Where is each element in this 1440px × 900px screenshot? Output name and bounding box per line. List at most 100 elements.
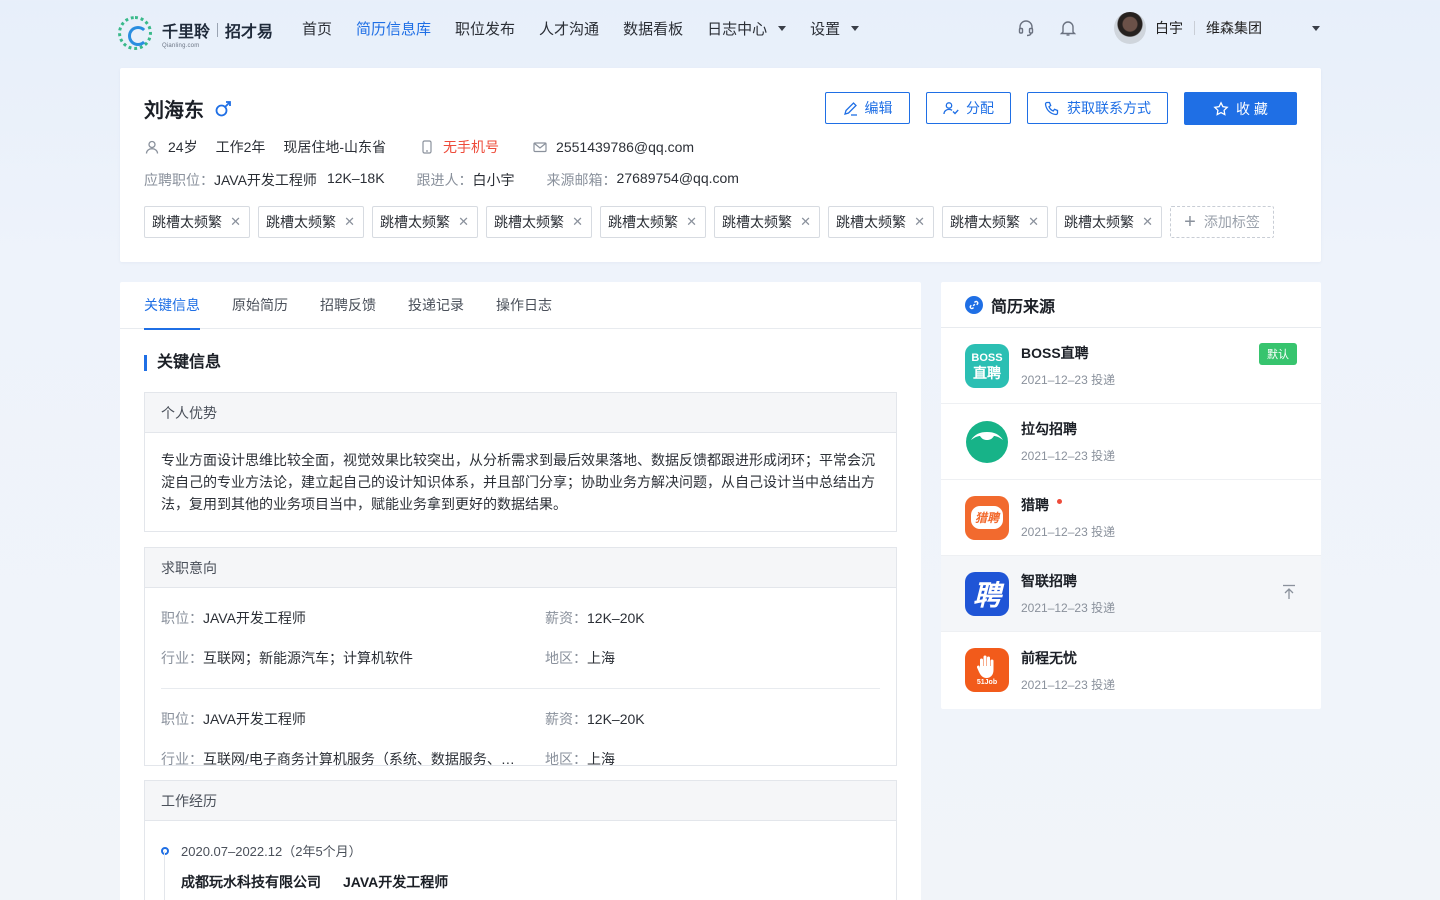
star-icon	[1213, 100, 1229, 116]
work-experience-card: 工作经历 2020.07–2022.12（2年5个月） 成都玩水科技有限公司 J…	[144, 780, 897, 900]
liepin-logo-icon: 猎聘	[965, 495, 1009, 540]
job-intent-heading: 求职意向	[145, 548, 896, 588]
close-icon[interactable]: ✕	[686, 214, 697, 230]
tag-chip[interactable]: 跳槽太频繁 ✕	[942, 206, 1048, 238]
experience-period: 2020.07–2022.12（2年5个月）	[161, 841, 880, 860]
assign-icon	[943, 101, 959, 114]
default-badge: 默认	[1259, 343, 1297, 365]
company-name[interactable]: 维森集团	[1206, 18, 1312, 38]
experience-company: 成都玩水科技有限公司	[181, 874, 321, 890]
brand-logo[interactable]: 千里聆 招才易 Qianling.com	[118, 16, 273, 50]
brand-mark-icon	[118, 16, 152, 50]
close-icon[interactable]: ✕	[1028, 214, 1039, 230]
tab-recruit-feedback[interactable]: 招聘反馈	[320, 282, 376, 329]
assign-button[interactable]: 分配	[926, 92, 1011, 124]
tag-chip[interactable]: 跳槽太频繁 ✕	[144, 206, 250, 238]
candidate-phone: 无手机号	[443, 139, 500, 155]
tab-operation-log[interactable]: 操作日志	[496, 282, 552, 329]
source-item-lagou[interactable]: 拉勾招聘 2021–12–23 投递	[941, 404, 1321, 480]
intent-industry: 互联网/电子商务计算机服务（系统、数据服务、…	[203, 751, 515, 767]
nav-job-posting[interactable]: 职位发布	[455, 18, 515, 39]
advantage-card: 个人优势 专业方面设计思维比较全面，视觉效果比较突出，从分析需求到最后效果落地、…	[144, 392, 897, 532]
tab-key-info[interactable]: 关键信息	[144, 282, 200, 330]
close-icon[interactable]: ✕	[572, 214, 583, 230]
nav-log-center[interactable]: 日志中心	[707, 18, 787, 39]
tag-chip[interactable]: 跳槽太频繁 ✕	[1056, 206, 1162, 238]
phone-icon	[422, 140, 432, 154]
pin-to-top-icon[interactable]	[1282, 584, 1296, 600]
nav-home[interactable]: 首页	[302, 18, 332, 39]
resume-source-panel: 简历来源 BOSS 直聘 BOSS直聘 2021–12–23 投递 默认 拉勾招聘…	[941, 282, 1321, 709]
source-item-boss[interactable]: BOSS 直聘 BOSS直聘 2021–12–23 投递 默认	[941, 328, 1321, 404]
source-item-zhilian[interactable]: 聘 智联招聘 2021–12–23 投递	[941, 556, 1321, 632]
tag-chip[interactable]: 跳槽太频繁 ✕	[714, 206, 820, 238]
headset-icon[interactable]	[1016, 18, 1036, 38]
tag-chip[interactable]: 跳槽太频繁 ✕	[258, 206, 364, 238]
link-icon	[965, 295, 983, 314]
candidate-residence: 现居住地-山东省	[283, 139, 387, 155]
intent-position: JAVA开发工程师	[203, 610, 306, 626]
brand-domain: Qianling.com	[162, 42, 200, 49]
source-panel-title: 简历来源	[991, 298, 1056, 316]
nav-settings[interactable]: 设置	[810, 18, 860, 39]
intent-item: 职位：JAVA开发工程师 薪资：12K–20K 行业：互联网；新能源汽车；计算机…	[161, 610, 645, 666]
mail-icon	[533, 142, 547, 153]
male-icon	[215, 100, 231, 116]
candidate-experience: 工作2年	[215, 139, 266, 155]
user-name[interactable]: 白宇	[1155, 18, 1183, 38]
close-icon[interactable]: ✕	[230, 214, 241, 230]
applied-position: JAVA开发工程师	[214, 172, 317, 188]
nav-data-board[interactable]: 数据看板	[623, 18, 683, 39]
plus-icon: +	[1184, 210, 1196, 233]
resume-detail-panel: 关键信息 原始简历 招聘反馈 投递记录 操作日志 关键信息 个人优势 专业方面设…	[120, 282, 921, 900]
candidate-tags: 跳槽太频繁 ✕ 跳槽太频繁 ✕ 跳槽太频繁 ✕ 跳槽太频繁 ✕ 跳槽太频繁 ✕ 跳槽太频繁…	[144, 206, 1274, 238]
close-icon[interactable]: ✕	[914, 214, 925, 230]
detail-tabs: 关键信息 原始简历 招聘反馈 投递记录 操作日志	[120, 282, 921, 330]
chevron-down-icon[interactable]	[1312, 25, 1320, 31]
experience-job-title: JAVA开发工程师	[343, 874, 449, 890]
main-nav: 首页 简历信息库 职位发布 人才沟通 数据看板 日志中心 设置	[302, 18, 883, 39]
pencil-icon	[843, 101, 857, 116]
applied-salary: 12K–18K	[326, 170, 385, 186]
brand-name: 千里聆	[162, 23, 211, 41]
tag-chip[interactable]: 跳槽太频繁 ✕	[600, 206, 706, 238]
intent-region: 上海	[587, 751, 615, 767]
tab-original-resume[interactable]: 原始简历	[232, 282, 288, 329]
nav-resume-library[interactable]: 简历信息库	[356, 18, 431, 39]
timeline-dot-icon	[161, 846, 169, 855]
candidate-email: 2551439786@qq.com	[556, 139, 695, 155]
get-contact-button[interactable]: 获取联系方式	[1027, 92, 1168, 124]
work-experience-heading: 工作经历	[145, 781, 896, 821]
follower-name: 白小宇	[472, 172, 515, 188]
timeline-line	[164, 851, 165, 900]
tag-chip[interactable]: 跳槽太频繁 ✕	[486, 206, 592, 238]
advantage-text: 专业方面设计思维比较全面，视觉效果比较突出，从分析需求到最后效果落地、数据反馈都…	[161, 452, 875, 512]
source-item-liepin[interactable]: 猎聘 猎聘 2021–12–23 投递	[941, 480, 1321, 556]
advantage-heading: 个人优势	[145, 393, 896, 433]
51job-logo-icon: 51Job	[965, 648, 1009, 692]
lagou-logo-icon	[965, 420, 1009, 464]
intent-industry: 互联网；新能源汽车；计算机软件	[203, 650, 413, 666]
job-intent-card: 求职意向 职位：JAVA开发工程师 薪资：12K–20K 行业：互联网；新能源汽…	[144, 547, 897, 767]
source-item-51job[interactable]: 51Job 前程无忧 2021–12–23 投递	[941, 632, 1321, 708]
candidate-age: 24岁	[168, 139, 198, 155]
tag-chip[interactable]: 跳槽太频繁 ✕	[828, 206, 934, 238]
tab-delivery-records[interactable]: 投递记录	[408, 282, 464, 329]
close-icon[interactable]: ✕	[458, 214, 469, 230]
chevron-down-icon	[851, 26, 860, 31]
intent-salary: 12K–20K	[587, 711, 645, 727]
bell-icon[interactable]	[1058, 18, 1078, 38]
close-icon[interactable]: ✕	[800, 214, 811, 230]
nav-talent-communication[interactable]: 人才沟通	[539, 18, 599, 39]
top-navbar: 千里聆 招才易 Qianling.com 首页 简历信息库 职位发布 人才沟通 …	[0, 0, 1440, 56]
intent-region: 上海	[587, 650, 615, 666]
edit-button[interactable]: 编辑	[825, 92, 910, 124]
close-icon[interactable]: ✕	[344, 214, 355, 230]
candidate-name: 刘海东	[144, 100, 204, 122]
candidate-profile-card: 刘海东 24岁 工作2年 现居住地-山东省 无手机号 2551439786@qq…	[120, 68, 1321, 262]
close-icon[interactable]: ✕	[1142, 214, 1153, 230]
favorite-button[interactable]: 收 藏	[1184, 92, 1297, 125]
avatar[interactable]	[1114, 12, 1146, 44]
add-tag-button[interactable]: + 添加标签	[1170, 206, 1274, 238]
tag-chip[interactable]: 跳槽太频繁 ✕	[372, 206, 478, 238]
